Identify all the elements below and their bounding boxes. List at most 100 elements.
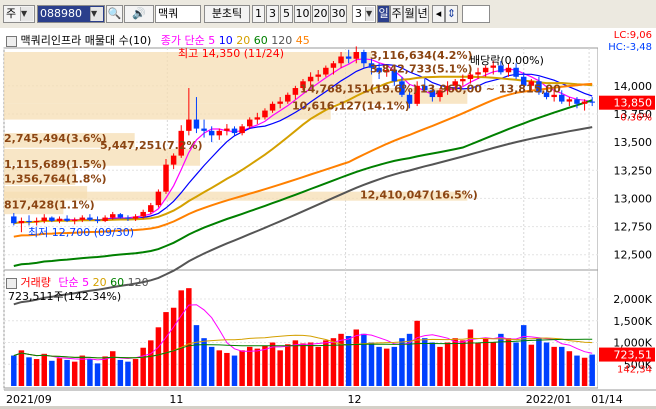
- minute-select[interactable]: 3 ▼: [352, 5, 376, 23]
- period-30-button[interactable]: 30: [330, 5, 347, 23]
- volume-bar: [338, 333, 344, 386]
- stock-code-input[interactable]: 088980 ▼: [37, 5, 105, 23]
- volume-profile-label: 1,115,689(1.5%): [4, 158, 107, 171]
- volume-bar: [208, 346, 215, 386]
- period-5-label: 5: [283, 7, 290, 20]
- stock-name-field[interactable]: 맥쿼: [155, 5, 201, 23]
- volume-bar: [513, 342, 519, 386]
- minute-value: 3: [355, 7, 362, 20]
- price-tick-label: 13,000: [614, 192, 653, 205]
- year-button[interactable]: 년: [416, 5, 429, 23]
- candle-body: [323, 67, 329, 75]
- volume-tick-label: 2,000K: [613, 293, 652, 306]
- candle-body: [132, 216, 139, 219]
- volume-bar: [216, 350, 223, 386]
- volume-bar: [148, 340, 154, 386]
- volume-settings-icon[interactable]: [6, 277, 17, 289]
- volume-bar: [452, 338, 458, 386]
- volume-bar: [269, 342, 276, 386]
- candle-body: [163, 164, 169, 192]
- period-1-button[interactable]: 1: [252, 5, 265, 23]
- candle-body: [208, 130, 215, 136]
- volume-bar: [87, 359, 93, 386]
- low-price-note: 최저 12,700 (09/30): [28, 226, 134, 239]
- volume-bar: [414, 320, 420, 386]
- price-tick-label: 12,500: [614, 249, 653, 262]
- price-tick-label: 14,000: [614, 80, 653, 93]
- volume-bar: [11, 355, 17, 386]
- week-button[interactable]: 주: [390, 5, 403, 23]
- candle-body: [246, 119, 253, 127]
- candle-body: [475, 72, 481, 75]
- volume-bar: [79, 355, 86, 386]
- volume-bar: [551, 346, 557, 386]
- candle-body: [49, 217, 55, 221]
- candle-body: [94, 219, 101, 221]
- ma20-label: 20: [236, 34, 251, 47]
- candle-body: [460, 79, 466, 82]
- market-select[interactable]: 주 ▼: [3, 5, 35, 23]
- candle-body: [216, 130, 223, 136]
- volume-profile-label: 817,428(1.1%): [4, 199, 95, 212]
- period-3-button[interactable]: 3: [266, 5, 279, 23]
- candle-body: [186, 119, 192, 131]
- count-input[interactable]: [462, 5, 490, 23]
- candle-body: [239, 126, 245, 134]
- candle-body: [224, 128, 230, 131]
- volume-profile-label: 2,745,494(3.6%): [4, 132, 107, 145]
- period-10-label: 10: [295, 7, 310, 20]
- candle-body: [201, 128, 207, 131]
- day-button[interactable]: 일: [377, 5, 390, 23]
- volume-bar: [361, 333, 367, 386]
- month-button[interactable]: 월: [403, 5, 416, 23]
- candle-body: [140, 211, 146, 217]
- volume-bar: [285, 344, 291, 386]
- volume-bar: [559, 346, 565, 386]
- ma60-label: 60: [253, 34, 268, 47]
- candle-body: [148, 205, 154, 212]
- chevron-down-icon[interactable]: ▼: [365, 7, 374, 21]
- prev-button[interactable]: ◂: [432, 5, 445, 23]
- volume-bar: [64, 359, 70, 386]
- volume-profile-label: 5,447,251(7.2%): [100, 139, 203, 152]
- volume-bar: [490, 342, 496, 386]
- chevron-down-icon[interactable]: ▼: [90, 7, 103, 21]
- candle-body: [26, 220, 32, 223]
- candle-body: [18, 220, 25, 224]
- volume-bar: [566, 351, 573, 386]
- volume-profile-band: [4, 103, 331, 120]
- search-button[interactable]: 🔍: [106, 5, 123, 23]
- volume-bar: [201, 338, 207, 386]
- year-label: 년: [417, 7, 428, 20]
- week-label: 주: [391, 7, 402, 20]
- candle-body: [345, 56, 352, 59]
- stock-code-value: 088980: [40, 7, 82, 20]
- volume-profile-label: 13,960,00 ~ 13,815,00: [420, 83, 561, 96]
- volume-bar: [170, 307, 177, 386]
- intraday-button[interactable]: 분초틱: [204, 5, 250, 23]
- candle-body: [277, 101, 283, 104]
- volume-bar: [94, 363, 101, 386]
- candle-body: [41, 217, 47, 221]
- period-5-button[interactable]: 5: [280, 5, 293, 23]
- candle-body: [64, 218, 70, 221]
- settings-icon[interactable]: [6, 35, 17, 47]
- sound-button[interactable]: 🔊: [124, 5, 154, 23]
- period-30-label: 30: [331, 7, 346, 20]
- ma120-label: 120: [271, 34, 293, 47]
- volume-bar: [323, 340, 329, 386]
- up-down-button[interactable]: ⇕: [445, 5, 458, 23]
- chart-svg: 12,50012,75013,00013,25013,50013,75014,0…: [3, 28, 656, 406]
- period-20-button[interactable]: 20: [312, 5, 329, 23]
- price-tick-label: 13,500: [614, 136, 653, 149]
- candle-body: [361, 52, 367, 64]
- candle-body: [102, 217, 108, 221]
- period-10-button[interactable]: 10: [294, 5, 311, 23]
- candle-body: [231, 128, 238, 134]
- chevron-down-icon[interactable]: ▼: [20, 7, 33, 21]
- month-label: 월: [404, 7, 415, 20]
- candle-body: [566, 99, 573, 102]
- volume-bar: [18, 350, 25, 386]
- volume-bar: [437, 346, 443, 386]
- current-price-label: 13,850: [614, 97, 653, 110]
